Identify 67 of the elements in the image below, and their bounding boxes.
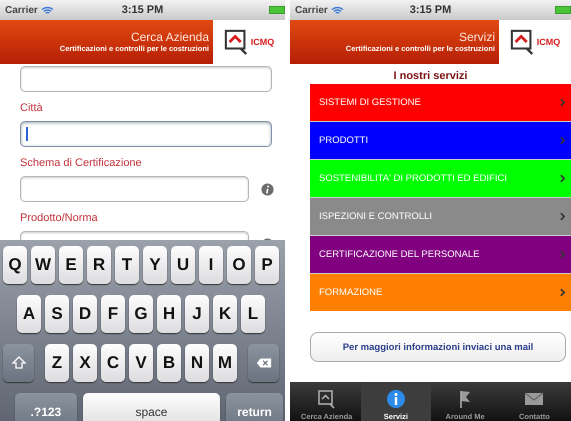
clock-time: 3:15 PM [410, 4, 452, 16]
keyboard-key[interactable]: H [157, 295, 181, 333]
chevron-icon [560, 212, 565, 221]
keyboard-key[interactable]: V [129, 344, 153, 382]
keyboard-key[interactable]: B [157, 344, 181, 382]
logo-text: ICMQ [536, 37, 560, 47]
chevron-icon [560, 136, 565, 145]
input-field[interactable] [20, 66, 272, 92]
chevron-icon [560, 250, 565, 259]
keyboard-key[interactable]: K [213, 295, 237, 333]
keyboard-key[interactable]: Y [143, 246, 167, 284]
input-field[interactable] [20, 176, 249, 202]
keyboard-key[interactable]: L [241, 295, 265, 333]
carrier-label: Carrier [5, 4, 38, 16]
keyboard-key[interactable]: C [101, 344, 125, 382]
carrier-label: Carrier [295, 4, 328, 16]
return-key[interactable]: return [226, 393, 283, 421]
service-item[interactable]: CERTIFICAZIONE DEL PERSONALE [310, 236, 571, 273]
battery-icon [555, 6, 571, 14]
wifi-icon [330, 6, 344, 14]
keyboard-key[interactable]: M [213, 344, 237, 382]
chevron-icon [560, 98, 565, 107]
keyboard-key[interactable]: I [199, 246, 223, 284]
chevron-icon [560, 174, 565, 183]
input-field[interactable] [20, 121, 272, 147]
screen-title: Servizi [458, 30, 495, 44]
chevron-icon [560, 288, 565, 297]
battery-icon [269, 6, 285, 14]
keyboard-key[interactable]: S [45, 295, 69, 333]
keyboard-key[interactable]: O [227, 246, 251, 284]
info-icon [386, 389, 406, 409]
keyboard-key[interactable]: A [17, 295, 41, 333]
space-key[interactable]: space [82, 393, 220, 421]
field-label: Città [20, 102, 44, 115]
shift-arrow-icon [10, 356, 26, 370]
keyboard-key[interactable]: W [31, 246, 55, 284]
service-item[interactable]: PRODOTTI [310, 122, 571, 159]
keyboard-key[interactable]: E [59, 246, 83, 284]
magnifier-logo-icon [224, 29, 250, 55]
service-item[interactable]: SISTEMI DI GESTIONE [310, 84, 571, 121]
clock-time: 3:15 PM [122, 4, 164, 16]
magnifier-icon [316, 389, 337, 409]
keyboard-key[interactable]: X [73, 344, 97, 382]
field-label: Schema di Certificazione [20, 157, 143, 170]
delete-key[interactable] [248, 344, 279, 382]
keyboard-key[interactable]: F [101, 295, 125, 333]
keyboard-key[interactable]: T [115, 246, 139, 284]
logo-text: ICMQ [250, 37, 274, 47]
keyboard-key[interactable]: J [185, 295, 209, 333]
shift-key[interactable] [3, 344, 34, 382]
keyboard-key[interactable]: G [129, 295, 153, 333]
field-label: Prodotto/Norma [20, 212, 99, 225]
section-title: I nostri servizi [394, 70, 468, 82]
keyboard-key[interactable]: R [87, 246, 111, 284]
numbers-key[interactable]: .?123 [15, 393, 77, 421]
keyboard-key[interactable]: Z [45, 344, 69, 382]
keyboard-key[interactable]: U [171, 246, 195, 284]
keyboard-key[interactable]: D [73, 295, 97, 333]
keyboard-key[interactable]: P [255, 246, 279, 284]
magnifier-logo-icon [510, 29, 536, 55]
wifi-icon [40, 6, 54, 14]
backspace-icon [256, 356, 272, 370]
mail-button[interactable]: Per maggiori informazioni inviaci una mail [310, 332, 566, 362]
keyboard-key[interactable]: Q [3, 246, 27, 284]
keyboard-key[interactable]: N [185, 344, 209, 382]
screen-title: Cerca Azienda [130, 30, 209, 44]
info-icon[interactable] [261, 182, 274, 196]
